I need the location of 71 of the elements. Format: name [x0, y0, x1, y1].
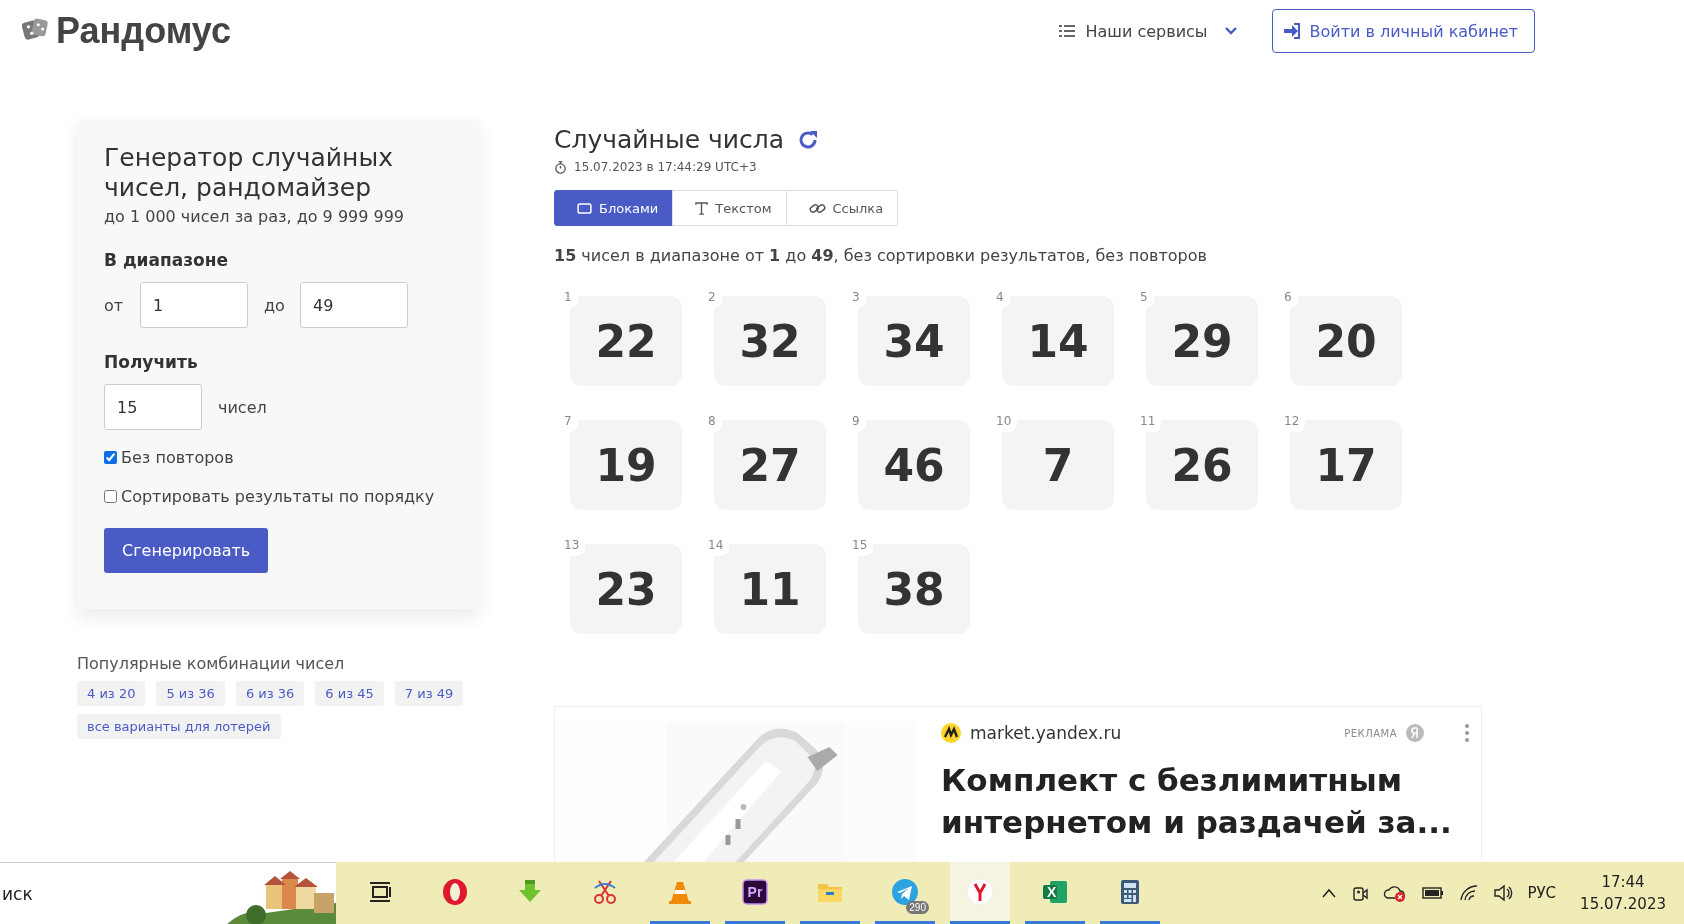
- sign-in-icon: [1282, 22, 1301, 40]
- range-label: В диапазоне: [104, 250, 230, 270]
- language-indicator[interactable]: РУС: [1527, 884, 1557, 902]
- search-field[interactable]: иск: [0, 862, 336, 924]
- number-block: 19: [570, 420, 682, 510]
- market-logo-icon: [941, 723, 961, 743]
- number-block: 20: [1290, 296, 1402, 386]
- services-menu[interactable]: Наши сервисы: [1059, 21, 1238, 41]
- timestamp: 15.07.2023 в 17:44:29 UTC+3: [574, 160, 757, 174]
- generate-button[interactable]: Сгенерировать: [104, 528, 269, 573]
- view-tab[interactable]: Блоками: [554, 190, 674, 226]
- combination-link[interactable]: 6 из 36: [235, 681, 305, 706]
- speaker-icon: [1493, 884, 1514, 902]
- cloud-error-icon: [1383, 884, 1408, 902]
- to-label: до: [264, 295, 284, 315]
- combination-link[interactable]: 4 из 20: [77, 681, 146, 706]
- combination-link[interactable]: все варианты для лотерей: [77, 714, 281, 739]
- number-block: 46: [858, 420, 970, 510]
- clock-date[interactable]: 15.07.2023: [1580, 893, 1666, 915]
- number-block: 34: [858, 296, 970, 386]
- taskbar-app[interactable]: 290: [875, 862, 935, 924]
- wifi-icon: [1459, 884, 1480, 902]
- checkbox-label[interactable]: Без повторов: [121, 448, 234, 467]
- form-title: Генератор случайных чисел, рандомайзер: [104, 143, 394, 203]
- text-icon: [695, 201, 709, 215]
- ya-icon: [1406, 724, 1424, 742]
- ad-label: РЕКЛАМА: [1344, 727, 1397, 739]
- results-title: Случайные числа: [554, 125, 785, 154]
- rectangle-icon: [577, 202, 592, 214]
- checkbox[interactable]: [104, 490, 117, 503]
- number-block: 14: [1002, 296, 1114, 386]
- combination-link[interactable]: 5 из 36: [156, 681, 225, 706]
- number-block: 27: [714, 420, 826, 510]
- list-icon: [1059, 23, 1076, 39]
- dice-icon: [22, 16, 48, 42]
- opera-icon: [441, 877, 469, 906]
- y-letter-icon: [966, 877, 994, 906]
- battery-icon: [1421, 885, 1446, 901]
- count-badge: 290: [906, 901, 929, 914]
- count-input[interactable]: 15: [104, 384, 202, 430]
- login-button[interactable]: Войти в личный кабинет: [1271, 9, 1535, 53]
- number-block: 32: [714, 296, 826, 386]
- combination-link[interactable]: 7 из 49: [394, 681, 464, 706]
- to-input[interactable]: 49: [300, 282, 408, 328]
- link-icon: [808, 201, 826, 215]
- taskbar-app[interactable]: Pr: [725, 862, 785, 924]
- more-icon: [1465, 724, 1469, 742]
- ad-source[interactable]: market.yandex.ru: [970, 723, 1122, 743]
- taskbar-app[interactable]: X: [1025, 862, 1085, 924]
- webcam-icon: [1351, 884, 1370, 902]
- chevron-down-icon: [1223, 26, 1238, 36]
- ad-headline[interactable]: Комплект с безлимитным интернетом и раздачей за...: [941, 759, 1481, 843]
- popular-title: Популярные комбинации чисел: [77, 654, 346, 673]
- form-subtitle: до 1 000 чисел за раз, до 9 999 999: [104, 207, 406, 226]
- chevron-up-icon: [1321, 888, 1338, 898]
- view-tab[interactable]: Текстом: [672, 190, 787, 226]
- stopwatch-icon: [554, 160, 567, 174]
- from-label: от: [104, 295, 124, 315]
- number-block: 22: [570, 296, 682, 386]
- combination-link[interactable]: 6 из 45: [315, 681, 384, 706]
- clock-time[interactable]: 17:44: [1601, 871, 1645, 893]
- number-block: 29: [1146, 296, 1258, 386]
- checkbox[interactable]: [104, 451, 117, 464]
- count-unit: чисел: [218, 397, 267, 417]
- count-label: Получить: [104, 352, 199, 372]
- checkbox-label[interactable]: Сортировать результаты по порядку: [121, 487, 435, 506]
- pr-icon: [741, 877, 769, 906]
- view-tab[interactable]: Ссылка: [785, 190, 899, 226]
- results-summary: 15 чисел в диапазоне от 1 до 49, без сортировки результатов, без повторов: [554, 246, 1208, 265]
- from-input[interactable]: 1: [140, 282, 248, 328]
- site-logo[interactable]: Рандомус: [56, 10, 231, 52]
